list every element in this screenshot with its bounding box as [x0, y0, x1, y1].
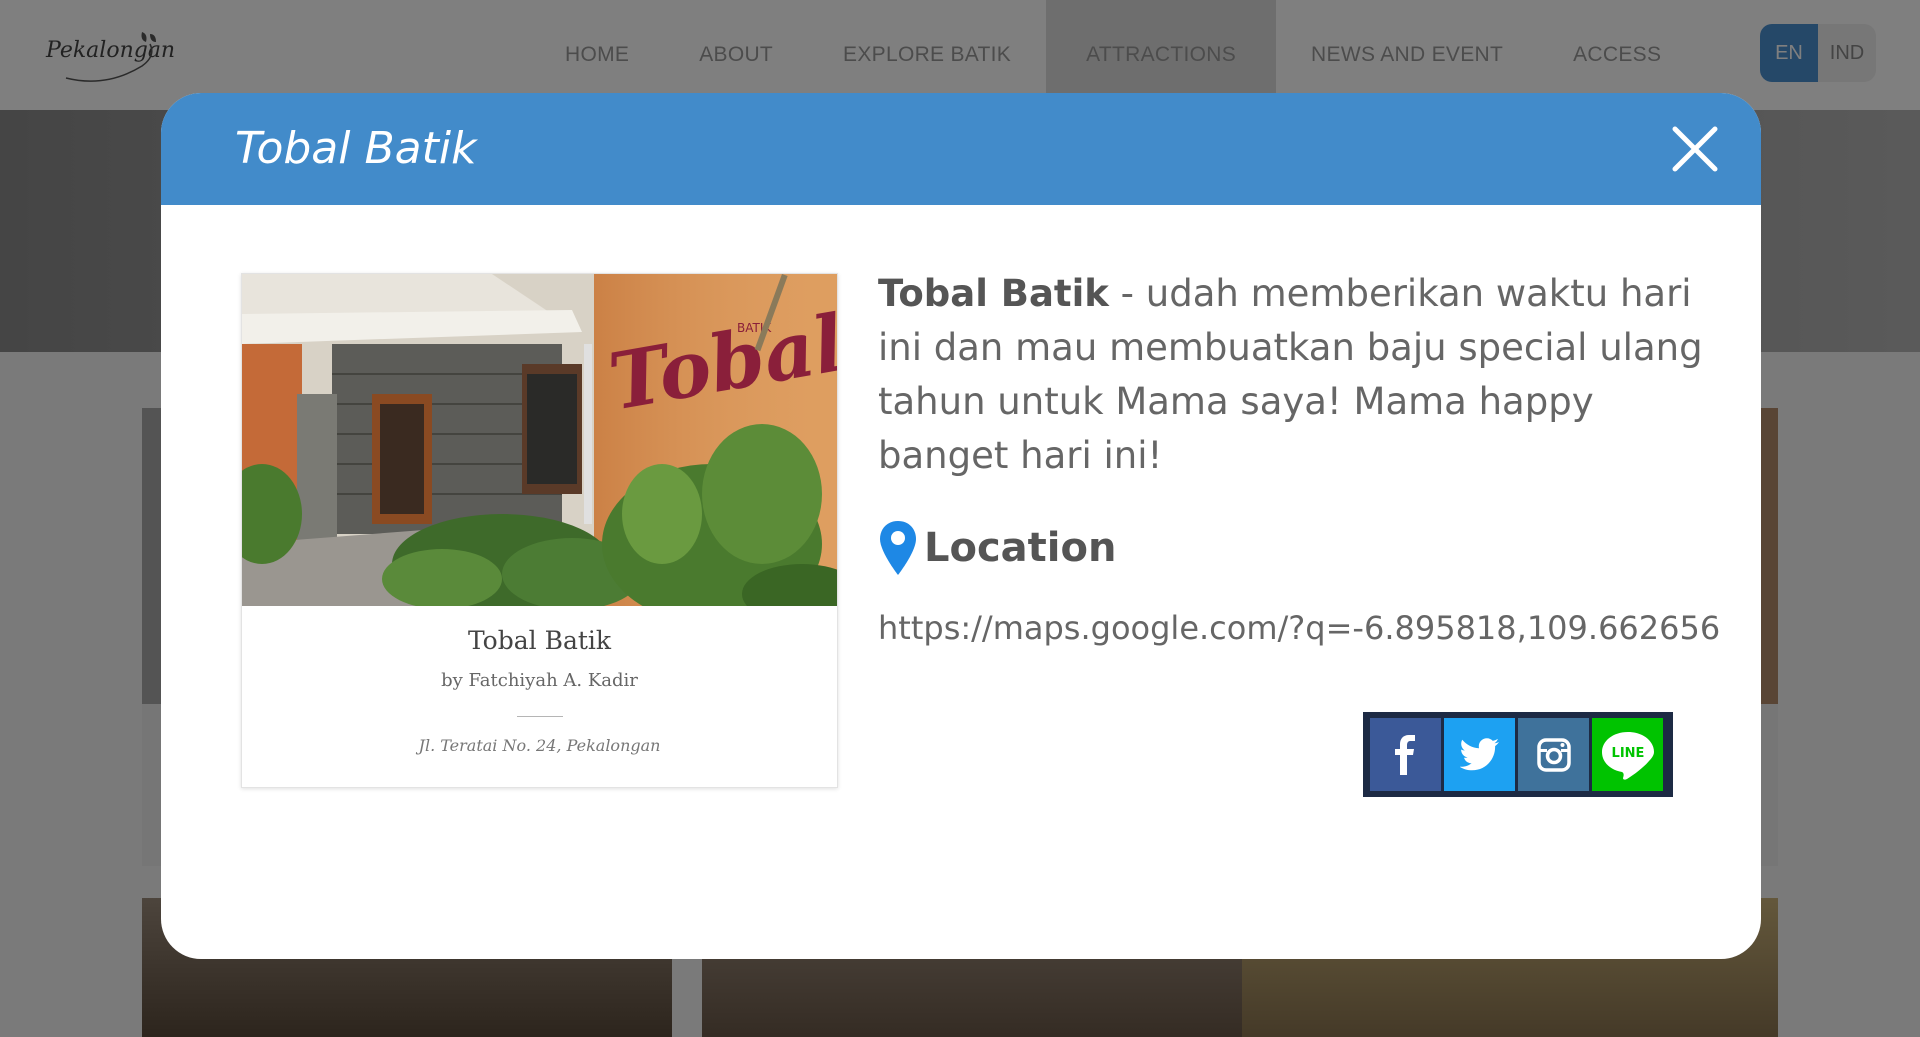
card-divider [517, 716, 563, 717]
line-share-button[interactable]: LINE [1592, 718, 1663, 791]
line-icon: LINE [1601, 731, 1654, 780]
facebook-share-button[interactable] [1370, 718, 1441, 791]
description-name: Tobal Batik [878, 272, 1109, 315]
location-map-link[interactable]: https://maps.google.com/?q=-6.895818,109… [878, 609, 1720, 647]
modal-title: Tobal Batik [235, 123, 477, 174]
line-icon-label: LINE [1611, 746, 1644, 761]
card-title: Tobal Batik [467, 626, 612, 655]
instagram-share-button[interactable] [1518, 718, 1589, 791]
twitter-share-button[interactable] [1444, 718, 1515, 791]
card-address: Jl. Teratai No. 24, Pekalongan [418, 736, 661, 755]
facebook-icon [1394, 734, 1415, 775]
attraction-card: BATIK Tobal Tobal Batik by Fatchiyah A. … [241, 273, 838, 788]
modal-header: Tobal Batik [161, 93, 1761, 205]
twitter-icon [1459, 737, 1499, 770]
attraction-photo: BATIK Tobal [242, 274, 837, 606]
share-bar: LINE [1363, 712, 1673, 797]
attraction-modal: Tobal Batik BATIK Tobal Tobal Batik by F… [161, 93, 1761, 959]
close-icon[interactable] [1671, 125, 1719, 173]
attraction-description: Tobal Batik - udah memberikan waktu hari… [878, 267, 1708, 483]
location-label: Location [924, 525, 1117, 571]
instagram-icon [1536, 737, 1571, 772]
map-pin-icon [880, 521, 916, 575]
card-author: by Fatchiyah A. Kadir [441, 670, 638, 691]
location-heading: Location [878, 518, 1116, 578]
